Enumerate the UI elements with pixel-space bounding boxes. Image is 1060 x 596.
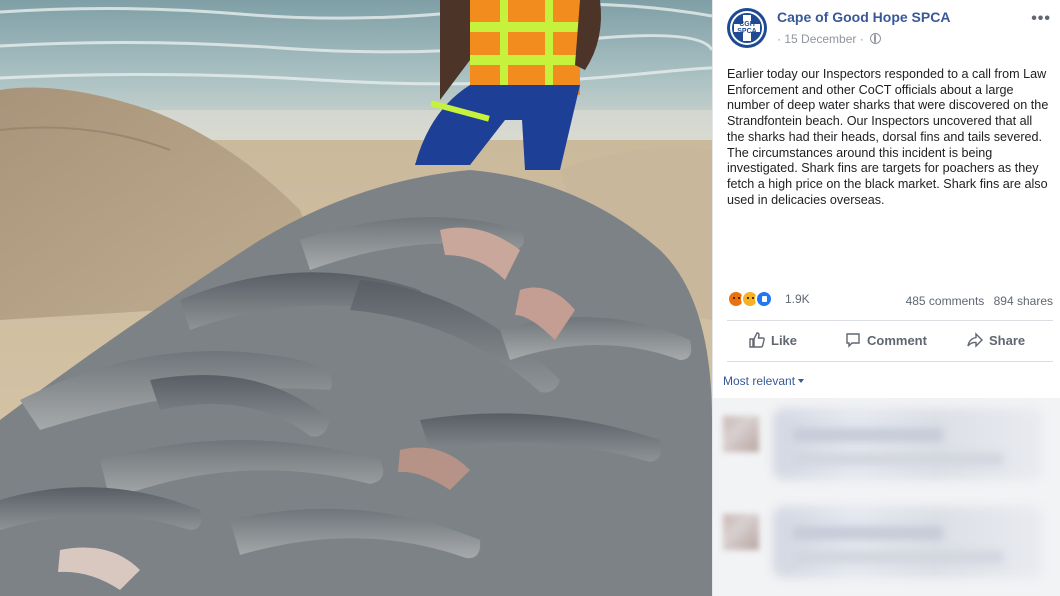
share-button[interactable]: Share xyxy=(967,321,1025,361)
shark-pile-photo xyxy=(0,0,712,596)
thumbs-up-icon xyxy=(749,332,765,348)
comment-icon xyxy=(846,333,860,348)
post-text: Earlier today our Inspectors responded t… xyxy=(727,67,1049,207)
comments-count[interactable]: 485 comments xyxy=(906,294,985,308)
comment-label: Comment xyxy=(867,333,927,348)
post-actions: Like Comment Share xyxy=(727,320,1053,362)
comments-sort-dropdown[interactable]: Most relevant xyxy=(723,374,805,388)
comment-item-blurred[interactable] xyxy=(713,398,1060,490)
post-meta: · 15 December · xyxy=(777,32,882,46)
like-react-icon xyxy=(755,290,773,308)
avatar-text: CGH SPCA xyxy=(737,21,757,35)
page-name-link[interactable]: Cape of Good Hope SPCA xyxy=(777,9,950,25)
share-icon xyxy=(967,332,983,348)
comment-bubble xyxy=(773,506,1043,578)
comment-name-blur xyxy=(793,428,943,442)
post-date[interactable]: 15 December xyxy=(784,32,856,46)
reaction-count[interactable]: 1.9K xyxy=(785,292,810,306)
comment-text-blur xyxy=(793,453,1003,465)
comment-item-blurred[interactable] xyxy=(713,496,1060,588)
globe-icon xyxy=(870,33,882,44)
comment-name-blur xyxy=(793,526,943,540)
post-side-panel: CGH SPCA Cape of Good Hope SPCA · 15 Dece… xyxy=(712,0,1060,596)
shares-count[interactable]: 894 shares xyxy=(994,294,1053,308)
comment-bubble xyxy=(773,408,1043,480)
share-label: Share xyxy=(989,333,1026,348)
like-button[interactable]: Like xyxy=(749,321,797,361)
more-options-icon[interactable]: ••• xyxy=(1031,10,1051,28)
caret-down-icon xyxy=(798,379,805,383)
comment-text-blur xyxy=(793,551,1003,563)
comment-button[interactable]: Comment xyxy=(845,321,927,361)
post-header: CGH SPCA Cape of Good Hope SPCA · 15 Dece… xyxy=(727,8,1053,48)
page-avatar[interactable]: CGH SPCA xyxy=(727,8,767,48)
post-stats: 1.9K 485 comments 894 shares xyxy=(727,288,1053,312)
commenter-avatar xyxy=(723,416,759,452)
comments-sort-label: Most relevant xyxy=(723,374,796,388)
reaction-icons[interactable] xyxy=(727,290,787,310)
commenter-avatar xyxy=(723,514,759,550)
like-label: Like xyxy=(771,333,798,348)
meta-separator: · xyxy=(856,32,868,46)
post-photo[interactable] xyxy=(0,0,712,596)
engagement-counts: 485 comments 894 shares xyxy=(900,294,1053,308)
comments-list xyxy=(713,398,1060,596)
